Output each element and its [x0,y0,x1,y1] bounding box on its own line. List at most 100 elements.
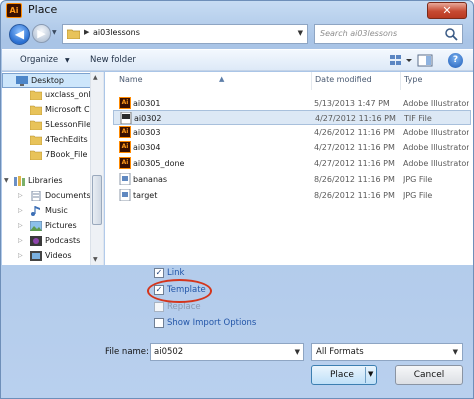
file-date: 4/26/2012 11:16 PM [314,128,395,137]
close-button[interactable]: ✕ [427,2,467,19]
file-row[interactable]: Ai ai0301 5/13/2013 1:47 PM Adobe Illust… [113,96,471,111]
filename-dropdown-icon[interactable]: ▼ [295,348,300,356]
nav-item-videos[interactable]: ▷ Videos [2,249,102,264]
option-label: Show Import Options [167,318,257,328]
format-dropdown-icon[interactable]: ▼ [453,348,458,356]
file-format-select[interactable]: All Formats ▼ [311,343,463,361]
jpg-file-icon [119,189,131,201]
address-bar[interactable]: ▶ ai03lessons ▼ ⟳ [62,24,370,44]
file-type: Adobe Illustrator [403,128,469,137]
nav-item-label: Podcasts [45,236,81,245]
scrollbar-thumb[interactable] [92,175,102,225]
breadcrumb-current-folder[interactable]: ai03lessons [93,28,140,37]
file-type: Adobe Illustrator [403,159,469,168]
file-date: 8/26/2012 11:16 PM [314,175,395,184]
format-value: All Formats [316,347,364,357]
folder-icon [30,90,42,100]
folder-icon [30,105,42,115]
nav-item-libraries[interactable]: ▼ Libraries [2,174,102,189]
nav-item-label: Videos [45,251,72,260]
scroll-up-icon[interactable]: ▲ [93,74,98,81]
folder-icon [67,29,80,39]
documents-icon [31,191,41,201]
nav-item-label: Desktop [31,76,64,85]
jpg-file-icon [119,173,131,185]
folder-icon [30,120,42,130]
expand-arrow-icon[interactable]: ▷ [18,237,23,244]
option-label: Replace [167,302,201,312]
help-button[interactable]: ? [448,53,463,68]
nav-item-label: 7Book_File [45,150,88,159]
split-divider [365,367,366,383]
filename-input[interactable]: ai0502 ▼ [150,343,304,361]
nav-item-music[interactable]: ▷ Music [2,204,102,219]
tif-file-icon [120,112,132,124]
expand-arrow-icon[interactable]: ▷ [18,207,23,214]
libraries-icon [14,176,25,186]
file-date: 5/13/2013 1:47 PM [314,99,390,108]
navigation-scrollbar[interactable]: ▲ ▼ [90,72,103,265]
breadcrumb-arrow-icon[interactable]: ▶ [84,28,89,36]
nav-item-documents[interactable]: ▷ Documents [2,189,102,204]
address-dropdown-icon[interactable]: ▼ [298,29,303,37]
expand-arrow-icon[interactable]: ▷ [18,252,23,259]
nav-item-podcasts[interactable]: ▷ Podcasts [2,234,102,249]
file-type: JPG File [403,175,433,184]
expand-arrow-icon[interactable]: ▷ [18,222,23,229]
file-name: bananas [133,175,168,184]
column-header-date[interactable]: Date modified [311,72,399,90]
checkbox-checked-icon[interactable]: ✓ [154,268,164,278]
expand-arrow-icon[interactable]: ▼ [4,177,9,184]
filename-label: File name: [105,347,149,357]
scroll-down-icon[interactable]: ▼ [93,256,98,263]
column-header-label: Type [404,75,423,84]
ai-file-icon: Ai [119,97,131,109]
search-icon[interactable] [444,27,458,41]
nav-item-label: Pictures [45,221,77,230]
file-row[interactable]: bananas 8/26/2012 11:16 PM JPG File [113,172,471,187]
column-header-type[interactable]: Type [400,72,472,90]
nav-item-7bookfile[interactable]: 7Book_File [2,148,102,163]
file-row[interactable]: ai0302 4/27/2012 11:16 PM TIF File [113,110,471,125]
organize-dropdown-icon[interactable]: ▼ [65,57,70,64]
navigation-pane: Desktop uxclass_onl Microsoft C 5LessonF… [2,72,104,265]
file-row[interactable]: Ai ai0305_done 4/27/2012 11:16 PM Adobe … [113,156,471,171]
nav-item-label: 5LessonFile [45,120,92,129]
file-date: 4/27/2012 11:16 PM [314,143,395,152]
back-button[interactable]: ◀ [9,24,30,45]
ai-file-icon: Ai [119,141,131,153]
nav-item-label: uxclass_onl [45,90,91,99]
address-row: ◀ ▶ ▼ ▶ ai03lessons ▼ ⟳ Search ai03lesso… [1,23,473,47]
file-row[interactable]: Ai ai0304 4/27/2012 11:16 PM Adobe Illus… [113,140,471,155]
preview-pane-icon[interactable] [416,53,434,68]
new-folder-button[interactable]: New folder [90,55,136,65]
forward-button[interactable]: ▶ [32,24,51,43]
search-input[interactable]: Search ai03lessons [314,24,463,44]
file-name: target [133,191,158,200]
column-header-name[interactable]: Name ▲ [119,72,309,90]
file-row[interactable]: target 8/26/2012 11:16 PM JPG File [113,188,471,203]
column-header-label: Name [119,75,143,84]
checkbox-unchecked-icon[interactable] [154,318,164,328]
nav-item-microsoft[interactable]: Microsoft C [2,103,102,118]
nav-item-pictures[interactable]: ▷ Pictures [2,219,102,234]
place-dropdown-icon[interactable]: ▼ [368,370,373,378]
view-options-icon[interactable] [388,53,414,68]
nav-item-uxclass[interactable]: uxclass_onl [2,88,102,103]
nav-item-4techedits[interactable]: 4TechEdits [2,133,102,148]
desktop-icon [16,76,28,86]
videos-icon [30,251,42,261]
file-name: ai0303 [133,128,161,137]
expand-arrow-icon[interactable]: ▷ [18,192,23,199]
organize-menu[interactable]: Organize [20,55,58,65]
place-button[interactable]: Place ▼ [311,365,377,385]
cancel-button[interactable]: Cancel [395,365,463,385]
folder-icon [30,135,42,145]
checkbox-unchecked-icon[interactable] [154,302,164,312]
file-type: Adobe Illustrator [403,99,469,108]
nav-item-5lessonfile[interactable]: 5LessonFile [2,118,102,133]
recent-locations-dropdown[interactable]: ▼ [52,29,60,39]
nav-item-desktop[interactable]: Desktop [2,73,102,88]
file-row[interactable]: Ai ai0303 4/26/2012 11:16 PM Adobe Illus… [113,125,471,140]
file-name: ai0304 [133,143,161,152]
